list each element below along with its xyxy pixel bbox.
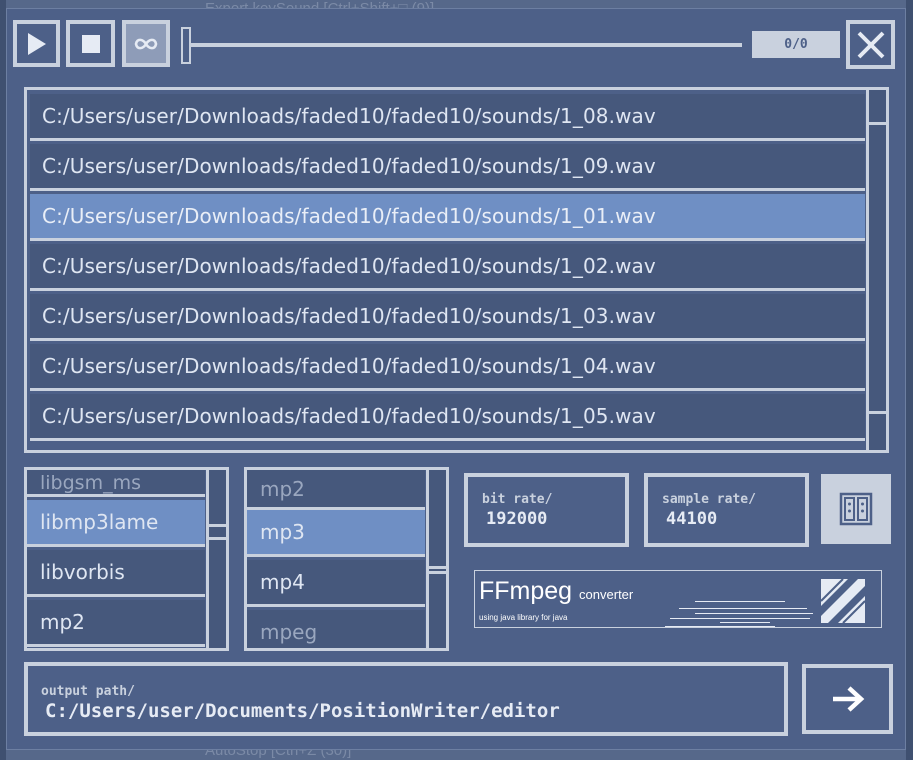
seek-track[interactable]: [186, 43, 742, 47]
background-panel: [906, 0, 913, 760]
decorative-line: [695, 601, 785, 602]
codec-list-item[interactable]: libgsm_ms: [27, 470, 205, 497]
ffmpeg-logo-icon: [820, 578, 866, 624]
arrow-right-icon: [832, 686, 864, 712]
bit-rate-field[interactable]: bit rate/ 192000: [464, 473, 629, 547]
decorative-line: [695, 613, 813, 614]
decorative-line: [720, 622, 770, 623]
play-button[interactable]: [13, 20, 60, 67]
codec-list-item[interactable]: libvorbis: [27, 550, 205, 597]
format-list: mp2 mp3 mp4 mpeg: [244, 467, 449, 651]
split-view-button[interactable]: [821, 474, 891, 544]
format-list-item[interactable]: mp2: [247, 470, 425, 510]
sample-rate-label: sample rate/: [662, 492, 756, 507]
close-button[interactable]: [846, 20, 895, 69]
format-list-scrollbar-thumb[interactable]: [426, 566, 449, 574]
ffmpeg-title: FFmpeg converter: [479, 577, 633, 606]
decorative-line: [670, 618, 810, 619]
file-list-item[interactable]: C:/Users/user/Downloads/faded10/faded10/…: [30, 244, 865, 291]
decorative-line: [665, 626, 775, 627]
output-path-field[interactable]: output path/ C:/Users/user/Documents/Pos…: [24, 662, 788, 736]
bit-rate-label: bit rate/: [482, 492, 553, 507]
sample-rate-value[interactable]: 44100: [666, 509, 717, 529]
codec-list-item[interactable]: mp2: [27, 600, 205, 647]
track-counter: 0/0: [752, 31, 840, 58]
file-list-item[interactable]: C:/Users/user/Downloads/faded10/faded10/…: [30, 344, 865, 391]
ffmpeg-banner: FFmpeg converter using java library for …: [474, 570, 882, 628]
stop-button[interactable]: [66, 20, 115, 67]
file-list-item[interactable]: C:/Users/user/Downloads/faded10/faded10/…: [30, 194, 865, 241]
codec-list-scrollbar-thumb[interactable]: [206, 524, 229, 540]
close-icon: [857, 31, 884, 58]
ffmpeg-subtitle: converter: [579, 587, 634, 602]
format-list-scrollbar[interactable]: [426, 467, 449, 651]
format-list-item[interactable]: mp3: [247, 510, 425, 557]
decorative-line: [679, 608, 807, 609]
file-list: C:/Users/user/Downloads/faded10/faded10/…: [24, 87, 889, 453]
file-list-item[interactable]: C:/Users/user/Downloads/faded10/faded10/…: [30, 144, 865, 191]
play-icon: [27, 32, 46, 55]
codec-list-scrollbar[interactable]: [206, 467, 229, 651]
output-path-value[interactable]: C:/Users/user/Documents/PositionWriter/e…: [45, 700, 560, 722]
format-list-item[interactable]: mpeg: [247, 610, 425, 648]
bit-rate-value[interactable]: 192000: [486, 509, 547, 529]
file-list-item[interactable]: C:/Users/user/Downloads/faded10/faded10/…: [30, 94, 865, 141]
codec-list: libgsm_ms libmp3lame libvorbis mp2: [24, 467, 229, 651]
file-list-item[interactable]: C:/Users/user/Downloads/faded10/faded10/…: [30, 294, 865, 341]
seek-handle[interactable]: [181, 27, 191, 64]
codec-list-item[interactable]: libmp3lame: [27, 500, 205, 547]
ffmpeg-note: using java library for java: [479, 613, 568, 622]
codec-label: libgsm_ms: [40, 472, 141, 494]
split-view-icon: [839, 492, 873, 526]
file-list-scrollbar-thumb[interactable]: [866, 122, 889, 414]
stop-icon: [81, 34, 100, 53]
loop-toggle[interactable]: [122, 20, 170, 67]
ffmpeg-title-text: FFmpeg: [479, 577, 573, 605]
sample-rate-field[interactable]: sample rate/ 44100: [644, 473, 809, 547]
format-list-item[interactable]: mp4: [247, 560, 425, 607]
infinity-icon: [134, 38, 158, 49]
file-list-item[interactable]: C:/Users/user/Downloads/faded10/faded10/…: [30, 394, 865, 441]
convert-button[interactable]: [802, 664, 893, 734]
output-path-label: output path/: [41, 684, 135, 699]
